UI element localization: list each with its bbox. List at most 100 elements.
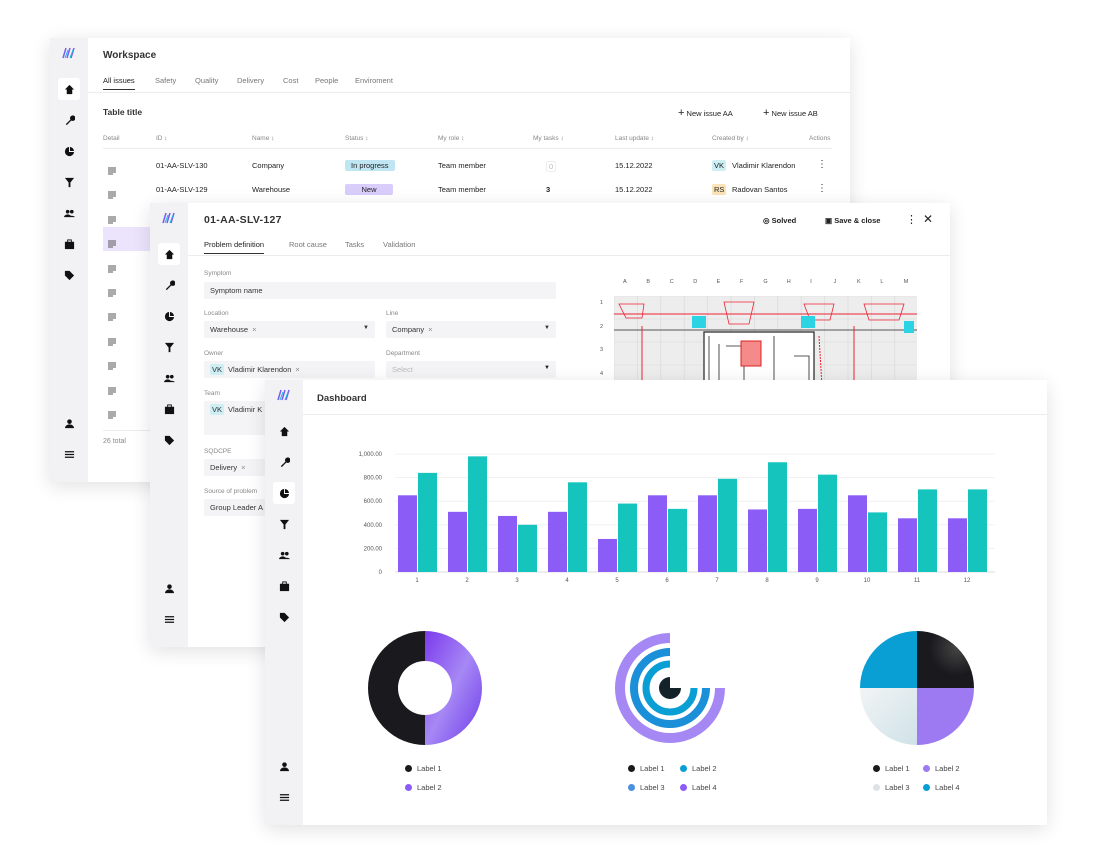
bar-s2-8[interactable] [768, 462, 787, 572]
issue-id[interactable]: 01-AA-SLV-129 [156, 185, 208, 194]
column-header[interactable]: Last update ↕ [615, 135, 654, 142]
solved-button[interactable]: ◎ Solved [763, 216, 796, 225]
bar-s2-1[interactable] [418, 472, 437, 572]
bar-s1-10[interactable] [848, 495, 867, 572]
user-icon[interactable] [58, 412, 80, 434]
menu-icon[interactable] [158, 608, 180, 630]
briefcase-icon[interactable] [158, 398, 180, 420]
bar-s1-2[interactable] [448, 511, 467, 572]
remove-icon[interactable]: × [428, 325, 432, 334]
wrench-icon[interactable] [58, 109, 80, 131]
more-options-icon[interactable]: ⋮ [817, 159, 827, 170]
remove-icon[interactable]: × [241, 463, 245, 472]
menu-icon[interactable] [58, 443, 80, 465]
detail-icon[interactable] [108, 211, 117, 229]
filter-icon[interactable] [273, 513, 295, 535]
bar-s1-7[interactable] [698, 495, 717, 572]
bar-s1-11[interactable] [898, 518, 917, 572]
pie-chart-icon[interactable] [158, 305, 180, 327]
bar-s2-4[interactable] [568, 482, 587, 572]
slice-label-4[interactable] [860, 631, 917, 688]
new-issue-ab-button[interactable]: + New issue AB [763, 107, 818, 119]
legend-item[interactable]: Label 2 [680, 764, 717, 773]
slice-label-3[interactable] [860, 688, 917, 745]
pie-chart-icon[interactable] [273, 482, 295, 504]
legend-item[interactable]: Label 3 [873, 783, 910, 792]
bar-s2-3[interactable] [518, 524, 537, 572]
bar-s1-5[interactable] [598, 538, 617, 572]
wrench-icon[interactable] [273, 451, 295, 473]
tab-all-issues[interactable]: All issues [103, 76, 135, 90]
bar-s1-1[interactable] [398, 495, 417, 572]
legend-item[interactable]: Label 3 [628, 783, 665, 792]
wrench-icon[interactable] [158, 274, 180, 296]
floor-plan[interactable] [614, 296, 917, 386]
tag-icon[interactable] [58, 264, 80, 286]
close-icon[interactable]: ✕ [923, 212, 933, 226]
column-header[interactable]: Status ↕ [345, 135, 368, 142]
tab-validation[interactable]: Validation [383, 240, 415, 249]
detail-icon[interactable] [108, 308, 117, 326]
detail-icon[interactable] [108, 235, 117, 253]
bar-s1-3[interactable] [498, 515, 517, 572]
tab-enviroment[interactable]: Enviroment [355, 76, 393, 85]
people-icon[interactable] [273, 544, 295, 566]
column-header[interactable]: Created by ↕ [712, 135, 749, 142]
save-close-button[interactable]: ▣ Save & close [825, 216, 880, 225]
bar-s2-11[interactable] [918, 489, 937, 572]
detail-icon[interactable] [108, 186, 117, 204]
tab-delivery[interactable]: Delivery [237, 76, 264, 85]
tab-root-cause[interactable]: Root cause [289, 240, 327, 249]
line-select[interactable]: Company × ▼ [386, 321, 556, 338]
more-options-icon[interactable]: ⋮ [906, 213, 917, 226]
bar-s2-5[interactable] [618, 503, 637, 572]
legend-item[interactable]: Label 2 [405, 783, 442, 792]
people-icon[interactable] [58, 202, 80, 224]
detail-icon[interactable] [108, 382, 117, 400]
column-header[interactable]: My role ↕ [438, 135, 464, 142]
symptom-input[interactable]: Symptom name [204, 282, 556, 299]
tag-icon[interactable] [158, 429, 180, 451]
bar-s2-7[interactable] [718, 478, 737, 572]
bar-s1-6[interactable] [648, 495, 667, 572]
bar-s2-12[interactable] [968, 489, 987, 572]
tab-tasks[interactable]: Tasks [345, 240, 364, 249]
detail-icon[interactable] [108, 162, 117, 180]
column-header[interactable]: ID ↕ [156, 135, 168, 142]
home-icon[interactable] [58, 78, 80, 100]
remove-icon[interactable]: × [295, 365, 299, 374]
bar-s2-9[interactable] [818, 474, 837, 572]
slice-label-2[interactable] [917, 688, 974, 745]
detail-icon[interactable] [108, 406, 117, 424]
department-select[interactable]: Select ▼ [386, 361, 556, 378]
tab-problem-definition[interactable]: Problem definition [204, 240, 265, 254]
legend-item[interactable]: Label 1 [873, 764, 910, 773]
tag-icon[interactable] [273, 606, 295, 628]
legend-item[interactable]: Label 4 [680, 783, 717, 792]
column-header[interactable]: Name ↕ [252, 135, 274, 142]
people-icon[interactable] [158, 367, 180, 389]
bar-s2-2[interactable] [468, 456, 487, 572]
tab-quality[interactable]: Quality [195, 76, 218, 85]
bar-s2-10[interactable] [868, 512, 887, 572]
bar-s1-12[interactable] [948, 518, 967, 572]
pie-chart-icon[interactable] [58, 140, 80, 162]
app-logo[interactable] [162, 211, 176, 229]
legend-item[interactable]: Label 1 [405, 764, 442, 773]
tab-cost[interactable]: Cost [283, 76, 298, 85]
legend-item[interactable]: Label 1 [628, 764, 665, 773]
home-icon[interactable] [158, 243, 180, 265]
ring-label-1[interactable] [659, 677, 681, 699]
filter-icon[interactable] [158, 336, 180, 358]
tab-people[interactable]: People [315, 76, 338, 85]
legend-item[interactable]: Label 2 [923, 764, 960, 773]
menu-icon[interactable] [273, 786, 295, 808]
bar-s1-9[interactable] [798, 508, 817, 572]
filter-icon[interactable] [58, 171, 80, 193]
more-options-icon[interactable]: ⋮ [817, 183, 827, 194]
user-icon[interactable] [158, 577, 180, 599]
detail-icon[interactable] [108, 333, 117, 351]
home-icon[interactable] [273, 420, 295, 442]
remove-icon[interactable]: × [252, 325, 256, 334]
new-issue-aa-button[interactable]: + New issue AA [678, 107, 733, 119]
